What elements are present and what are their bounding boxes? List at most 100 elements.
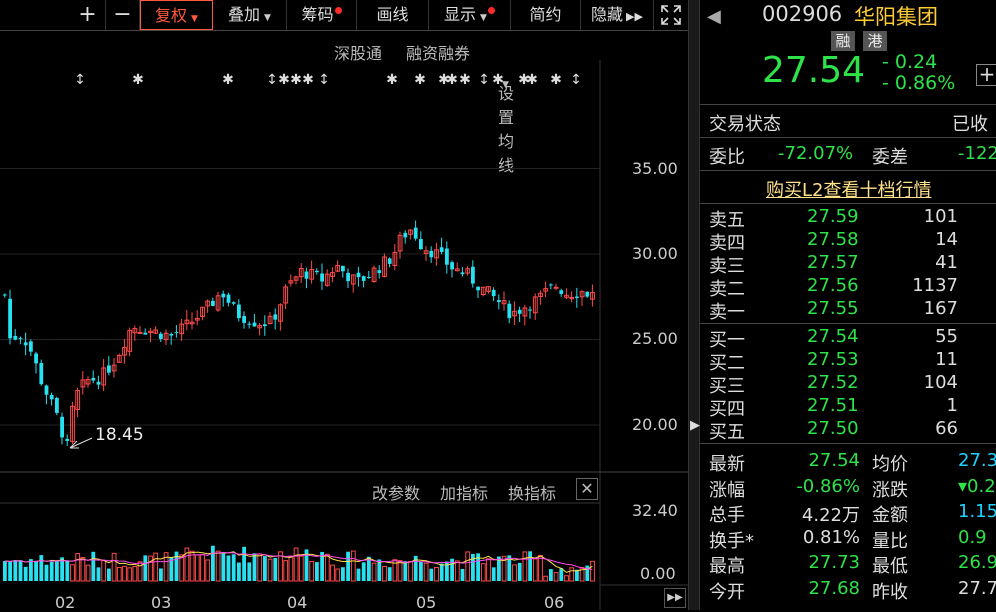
volume-bar xyxy=(283,560,289,582)
candle-body xyxy=(497,300,501,303)
candle-body xyxy=(159,333,163,339)
event-marker-icon: ✱ xyxy=(526,72,538,88)
yincang-button[interactable]: 隐藏 ▶▶ xyxy=(581,0,654,30)
volume-bar xyxy=(8,561,12,581)
close-icon: ✕ xyxy=(580,479,594,498)
volume-bar xyxy=(221,552,226,581)
stat-label: 今开 xyxy=(709,581,745,603)
candle-body xyxy=(585,291,590,297)
candle-body xyxy=(263,324,267,327)
expand-icon xyxy=(661,5,681,25)
candle-body xyxy=(439,247,444,253)
stat-label: 昨收 xyxy=(872,581,908,603)
event-marker-icon: ✱ xyxy=(222,72,234,88)
volume-bar xyxy=(361,562,366,581)
volume-bar xyxy=(350,550,356,582)
plus-icon: + xyxy=(978,62,996,86)
fullscreen-button[interactable] xyxy=(654,0,688,30)
candle-body xyxy=(377,270,382,274)
candle-body xyxy=(8,298,12,339)
candle-body xyxy=(137,332,143,335)
volume-bar xyxy=(101,560,107,582)
event-marker-icon: ✱ xyxy=(290,72,302,88)
y-tick-label: 30.00 xyxy=(632,244,678,263)
jianyue-button[interactable]: 简约 xyxy=(511,0,581,30)
volume-bar xyxy=(18,560,23,581)
gaicanshu-button[interactable]: 改参数 xyxy=(372,480,420,504)
add-watchlist-button[interactable]: + xyxy=(976,64,996,86)
candle-body xyxy=(528,309,532,311)
xianshi-dropdown[interactable]: 显示 ▼ xyxy=(429,0,511,30)
sell-order-volume: 41 xyxy=(935,252,958,273)
sell-order-volume: 1137 xyxy=(912,275,958,296)
sell-order-price: 27.57 xyxy=(807,252,859,273)
volume-bar xyxy=(549,569,553,581)
volume-bar xyxy=(13,560,18,581)
volume-bar xyxy=(200,554,205,582)
scroll-right-button[interactable]: ▶▶ xyxy=(664,588,686,608)
volume-bar xyxy=(29,559,33,581)
candle-body xyxy=(34,353,38,364)
x-tick-label: 04 xyxy=(287,593,308,612)
expand-panel-icon[interactable]: ▶ xyxy=(690,418,700,433)
event-marker-icon: ✱ xyxy=(132,72,144,88)
close-indicator-button[interactable]: ✕ xyxy=(576,478,598,500)
collapse-arrow-icon[interactable]: ◀ xyxy=(707,6,721,27)
chouma-label: 筹码 xyxy=(301,5,334,24)
volume-bar xyxy=(3,561,7,581)
volume-bar xyxy=(356,568,361,581)
candle-body xyxy=(242,316,246,323)
candle-body xyxy=(231,302,236,304)
volume-bar xyxy=(132,566,138,582)
candle-body xyxy=(304,271,309,279)
buy-order-label: 买五 xyxy=(709,422,745,443)
volume-bar xyxy=(434,566,439,582)
zoom-out-button[interactable]: − xyxy=(106,0,140,30)
panel-splitter[interactable] xyxy=(688,0,700,610)
volume-bar xyxy=(85,564,91,582)
zoom-in-button[interactable]: + xyxy=(70,0,106,30)
huaxian-button[interactable]: 画线 xyxy=(357,0,429,30)
fuquan-dropdown[interactable]: 复权 ▼ xyxy=(140,0,213,30)
volume-bar xyxy=(403,561,408,581)
sell-order-label: 卖一 xyxy=(709,302,745,323)
volume-bar xyxy=(263,556,267,581)
chouma-button[interactable]: 筹码 xyxy=(287,0,357,30)
volume-bar xyxy=(335,568,341,582)
event-marker-icon: ✱ xyxy=(414,72,426,88)
sell-order-price: 27.58 xyxy=(807,229,859,250)
volume-bar xyxy=(522,551,528,582)
stat-label: 金额 xyxy=(872,505,908,526)
volume-bar xyxy=(96,567,101,581)
stat-value: 0.81% xyxy=(802,526,860,548)
candle-body xyxy=(346,272,350,282)
y-tick-label: 25.00 xyxy=(632,329,678,348)
volume-bar xyxy=(267,558,273,582)
candle-body xyxy=(356,272,361,278)
event-marker-icon: ✱ xyxy=(278,72,290,88)
double-arrow-right-icon: ▶▶ xyxy=(626,10,643,23)
volume-bar xyxy=(174,551,179,581)
x-tick-label: 06 xyxy=(544,593,565,612)
volume-bar xyxy=(237,562,241,581)
diejia-dropdown[interactable]: 叠加 ▼ xyxy=(213,0,287,30)
candle-body xyxy=(450,262,454,270)
volume-bar xyxy=(517,562,522,581)
candle-body xyxy=(143,332,148,335)
kline-chart[interactable]: ↕ ✱ ✱ ↕ ✱ ✱ ✱ ↕ ✱ ✱ ✱✱ ✱ ↕ ✱ ✱✱ ✱ ↕ xyxy=(0,60,688,610)
l2-upgrade-link[interactable]: 购买L2查看十档行情 xyxy=(766,176,931,202)
volume-bar xyxy=(532,558,538,582)
volume-bar xyxy=(538,554,543,582)
candle-body xyxy=(13,335,18,340)
volume-bar xyxy=(543,575,549,582)
candle-body xyxy=(460,272,465,275)
volume-bar xyxy=(122,565,127,582)
volume-bar xyxy=(382,565,387,582)
divider xyxy=(700,443,996,444)
candle-body xyxy=(549,284,553,286)
volume-bar xyxy=(553,572,559,582)
huanzhibiao-button[interactable]: 换指标 xyxy=(508,480,556,504)
jiazhibiao-button[interactable]: 加指标 xyxy=(440,480,488,504)
volume-bar xyxy=(423,562,429,582)
volume-bar xyxy=(590,560,595,582)
